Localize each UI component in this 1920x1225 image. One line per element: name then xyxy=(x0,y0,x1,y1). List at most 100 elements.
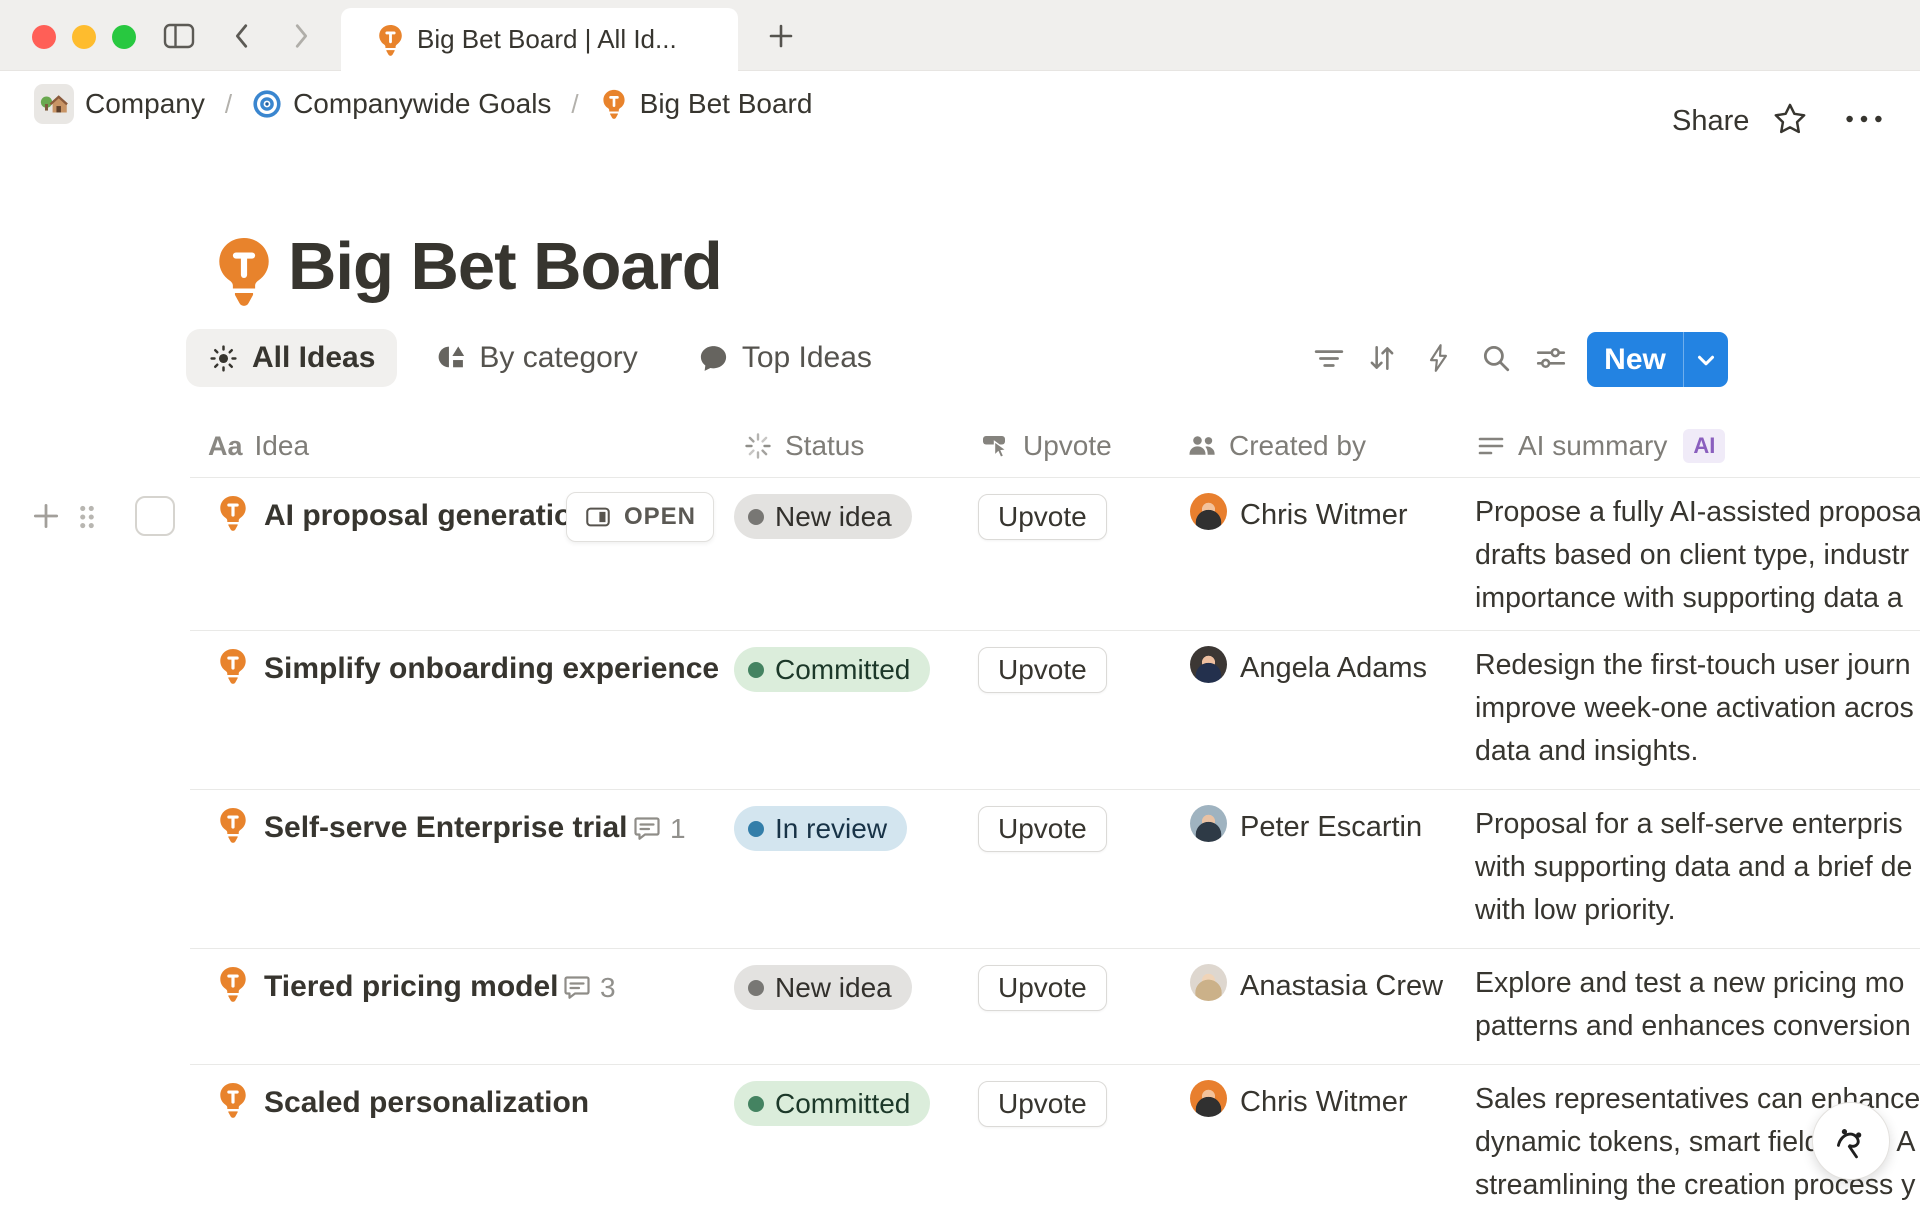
view-tab-all-ideas[interactable]: All Ideas xyxy=(186,329,397,387)
comment-count-value: 3 xyxy=(600,972,616,1004)
upvote-button[interactable]: Upvote xyxy=(978,1081,1107,1127)
upvote-button[interactable]: Upvote xyxy=(978,806,1107,852)
add-row-button[interactable] xyxy=(30,500,62,532)
created-by-name[interactable]: Angela Adams xyxy=(1240,652,1427,685)
row-checkbox[interactable] xyxy=(135,496,175,536)
status-badge[interactable]: In review xyxy=(734,806,907,851)
lightbulb-icon xyxy=(218,807,248,843)
column-header-label: Idea xyxy=(255,430,310,462)
sun-icon xyxy=(208,343,239,374)
table-row[interactable]: Self-serve Enterprise trial 1 In review … xyxy=(190,790,1920,949)
tab-title: Big Bet Board | All Id... xyxy=(417,24,677,55)
lightbulb-icon xyxy=(218,648,248,684)
lightbulb-icon xyxy=(218,495,248,531)
comment-count[interactable]: 1 xyxy=(632,813,686,845)
page-title[interactable]: Big Bet Board xyxy=(288,228,722,305)
drag-handle-icon[interactable] xyxy=(76,501,98,533)
ai-summary-cell[interactable]: Redesign the first-touch user journimpro… xyxy=(1475,644,1920,773)
view-tab-label: All Ideas xyxy=(252,341,375,375)
view-tab-label: By category xyxy=(479,341,637,375)
ai-summary-cell[interactable]: Explore and test a new pricing mopattern… xyxy=(1475,962,1920,1048)
view-tabs: All Ideas By category Top Ideas xyxy=(186,328,894,388)
open-button[interactable]: OPEN xyxy=(566,492,714,542)
idea-title[interactable]: Self-serve Enterprise trial xyxy=(264,811,628,845)
back-chevron-icon[interactable] xyxy=(232,22,252,50)
category-icon xyxy=(435,343,466,374)
upvote-button[interactable]: Upvote xyxy=(978,965,1107,1011)
idea-title[interactable]: AI proposal generation xyxy=(264,499,591,533)
active-tab[interactable]: Big Bet Board | All Id... xyxy=(341,8,738,71)
view-tab-by-category[interactable]: By category xyxy=(413,329,659,387)
forward-chevron-icon[interactable] xyxy=(291,22,311,50)
chevron-down-icon[interactable] xyxy=(1684,347,1728,373)
status-badge[interactable]: Committed xyxy=(734,647,930,692)
status-badge[interactable]: New idea xyxy=(734,494,912,539)
column-header-status[interactable]: Status xyxy=(743,415,864,477)
table-header: AaIdea Status Upvote Created by AI summaryAI xyxy=(190,415,1920,478)
sort-icon[interactable] xyxy=(1366,342,1398,374)
column-header-ai-summary[interactable]: AI summaryAI xyxy=(1476,415,1725,477)
breadcrumb-item[interactable]: Big Bet Board xyxy=(593,84,819,124)
status-label: New idea xyxy=(775,972,892,1004)
ai-summary-cell[interactable]: Propose a fully AI-assisted proposadraft… xyxy=(1475,491,1920,620)
ai-summary-line: patterns and enhances conversion xyxy=(1475,1005,1920,1048)
avatar xyxy=(1190,1080,1227,1117)
table-row[interactable]: Scaled personalization Committed Upvote … xyxy=(190,1065,1920,1225)
table-row[interactable]: AI proposal generation OPEN New idea Upv… xyxy=(190,478,1920,631)
house-icon xyxy=(34,84,74,124)
list-icon xyxy=(1476,431,1506,461)
column-header-label: Status xyxy=(785,430,864,462)
created-by-name[interactable]: Chris Witmer xyxy=(1240,1086,1408,1119)
new-button[interactable]: New xyxy=(1587,332,1728,387)
comment-count-value: 1 xyxy=(670,813,686,845)
status-label: New idea xyxy=(775,501,892,533)
idea-title[interactable]: Scaled personalization xyxy=(264,1086,589,1120)
view-tab-top-ideas[interactable]: Top Ideas xyxy=(676,329,894,387)
ai-summary-line: drafts based on client type, industr xyxy=(1475,534,1920,577)
table-row[interactable]: Simplify onboarding experience Committed… xyxy=(190,631,1920,790)
idea-title[interactable]: Tiered pricing model xyxy=(264,970,559,1004)
breadcrumb: Company/Companywide Goals/Big Bet Board xyxy=(28,71,818,137)
breadcrumb-item[interactable]: Companywide Goals xyxy=(246,84,557,124)
minimize-window-button[interactable] xyxy=(72,25,96,49)
zoom-window-button[interactable] xyxy=(112,25,136,49)
search-icon[interactable] xyxy=(1480,342,1512,374)
status-label: Committed xyxy=(775,1088,910,1120)
created-by-name[interactable]: Anastasia Crew xyxy=(1240,970,1443,1003)
avatar xyxy=(1190,964,1227,1001)
created-by-name[interactable]: Chris Witmer xyxy=(1240,499,1408,532)
filter-icon[interactable] xyxy=(1313,342,1345,374)
comment-count[interactable]: 3 xyxy=(562,972,616,1004)
star-icon[interactable] xyxy=(1772,101,1808,137)
column-header-label: AI summary xyxy=(1518,430,1667,462)
table-row[interactable]: Tiered pricing model 3 New idea Upvote A… xyxy=(190,949,1920,1065)
idea-title[interactable]: Simplify onboarding experience xyxy=(264,652,719,686)
ai-summary-line: Explore and test a new pricing mo xyxy=(1475,962,1920,1005)
new-tab-button[interactable] xyxy=(766,21,796,51)
share-button[interactable]: Share xyxy=(1664,99,1757,143)
column-header-created-by[interactable]: Created by xyxy=(1187,415,1366,477)
column-header-label: Upvote xyxy=(1023,430,1112,462)
breadcrumb-label: Companywide Goals xyxy=(293,88,551,120)
automation-icon[interactable] xyxy=(1423,342,1455,374)
avatar xyxy=(1190,646,1227,683)
upvote-button[interactable]: Upvote xyxy=(978,494,1107,540)
lightbulb-icon xyxy=(599,89,629,119)
page-lightbulb-icon[interactable] xyxy=(215,236,273,306)
breadcrumb-separator: / xyxy=(225,89,232,120)
more-options-icon[interactable] xyxy=(1842,113,1886,125)
breadcrumb-item[interactable]: Company xyxy=(28,80,211,128)
ai-summary-line: Proposal for a self-serve enterpris xyxy=(1475,803,1920,846)
close-window-button[interactable] xyxy=(32,25,56,49)
ai-summary-cell[interactable]: Proposal for a self-serve enterpriswith … xyxy=(1475,803,1920,932)
ai-summary-line: with supporting data and a brief de xyxy=(1475,846,1920,889)
column-header-upvote[interactable]: Upvote xyxy=(981,415,1112,477)
ai-cursor-icon xyxy=(1812,1102,1890,1180)
column-header-idea[interactable]: AaIdea xyxy=(208,415,309,477)
sidebar-toggle-icon[interactable] xyxy=(162,21,196,51)
status-badge[interactable]: New idea xyxy=(734,965,912,1010)
status-badge[interactable]: Committed xyxy=(734,1081,930,1126)
settings-icon[interactable] xyxy=(1535,342,1567,374)
created-by-name[interactable]: Peter Escartin xyxy=(1240,811,1422,844)
upvote-button[interactable]: Upvote xyxy=(978,647,1107,693)
